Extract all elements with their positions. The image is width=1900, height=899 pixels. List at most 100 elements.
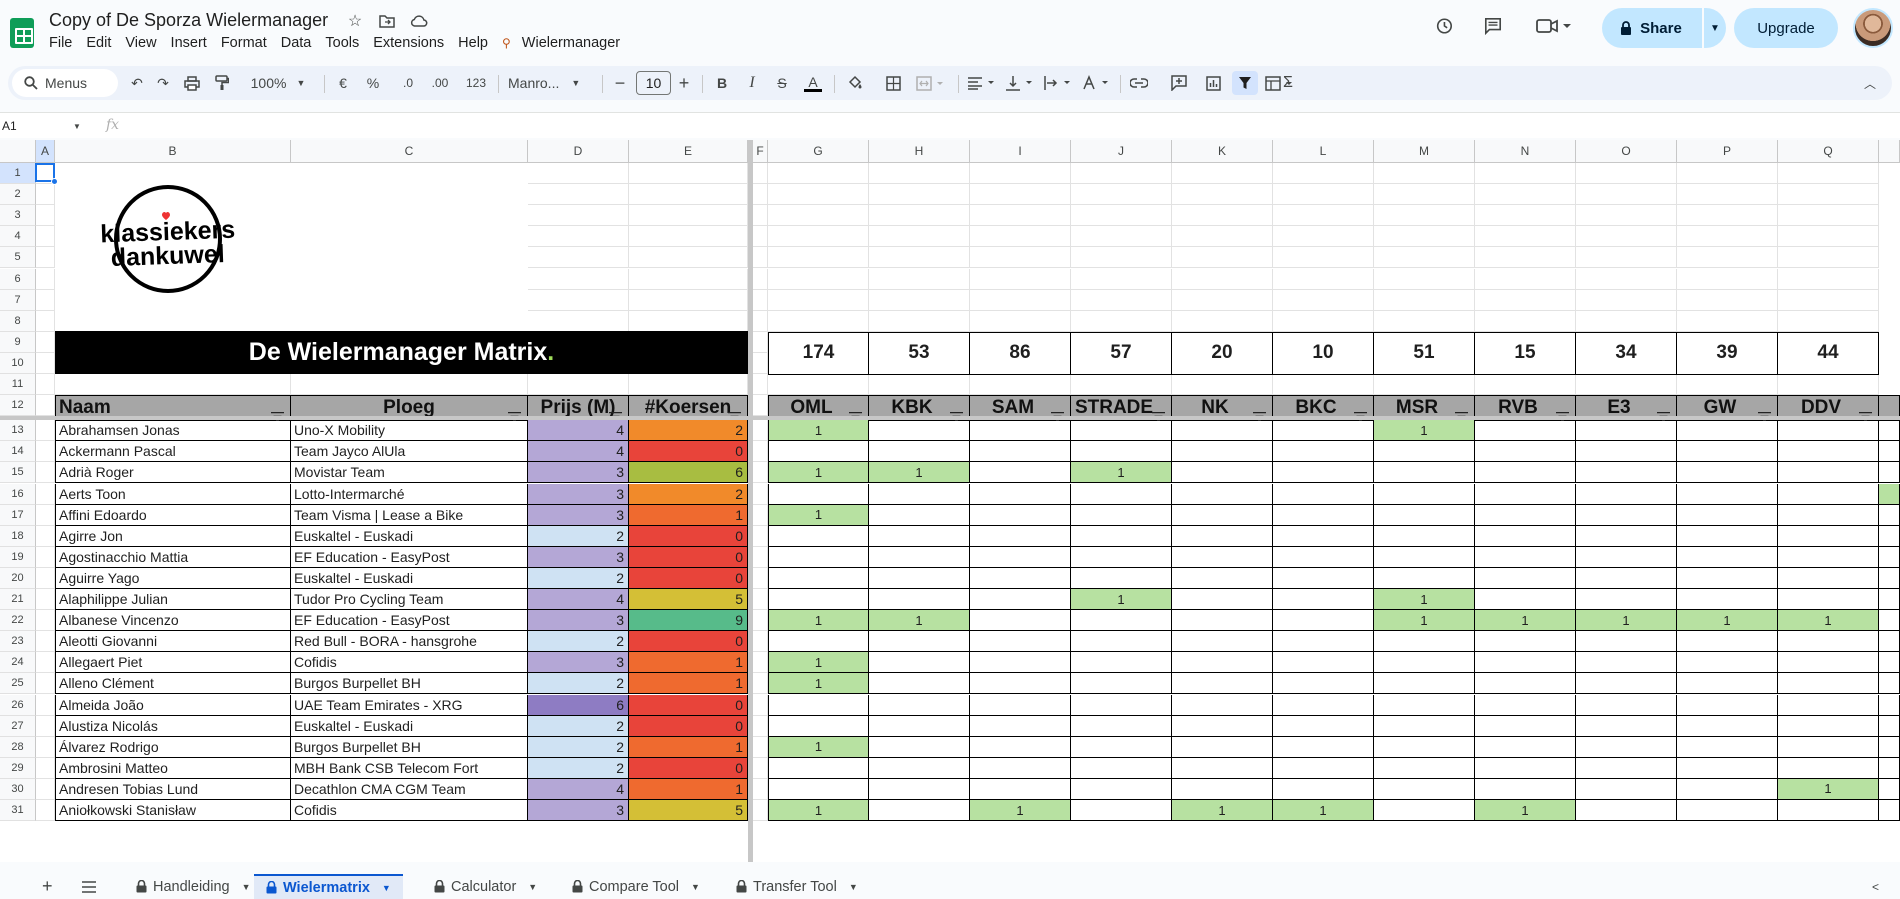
increase-decimal-button[interactable]: .00 xyxy=(426,71,454,95)
grid-cell[interactable] xyxy=(1273,205,1374,227)
race-flag-cell[interactable] xyxy=(970,631,1071,653)
grid-cell[interactable] xyxy=(1071,310,1172,332)
race-flag-cell[interactable] xyxy=(1778,567,1879,589)
grid-cell[interactable] xyxy=(753,163,768,184)
grid-cell[interactable] xyxy=(753,757,768,779)
column-header-r[interactable] xyxy=(1879,140,1900,163)
race-flag-cell[interactable] xyxy=(768,441,869,463)
row-header-12[interactable]: 12 xyxy=(0,395,36,417)
column-header-a[interactable]: A xyxy=(36,140,55,163)
rider-team[interactable]: Movistar Team xyxy=(291,462,528,484)
zoom-select[interactable]: 100% ▼ xyxy=(248,71,308,95)
grid-cell[interactable] xyxy=(1071,289,1172,311)
grid-cell[interactable] xyxy=(36,395,55,417)
row-header-22[interactable]: 22 xyxy=(0,610,36,632)
rider-team[interactable]: EF Education - EasyPost xyxy=(291,546,528,568)
race-flag-cell[interactable] xyxy=(1576,694,1677,716)
grid-cell[interactable] xyxy=(1374,226,1475,248)
row-header-7[interactable]: 7 xyxy=(0,289,36,311)
rider-name[interactable]: Adrià Roger xyxy=(55,462,291,484)
filter-button-icon[interactable] xyxy=(1152,405,1165,422)
grid-cell[interactable] xyxy=(1677,289,1778,311)
rider-team[interactable]: Euskaltel - Euskadi xyxy=(291,525,528,547)
text-wrapping-icon[interactable] xyxy=(1042,71,1074,95)
race-flag-cell[interactable] xyxy=(1475,736,1576,758)
grid-cell[interactable] xyxy=(291,374,528,395)
race-flag-cell[interactable] xyxy=(1374,504,1475,526)
race-flag-cell[interactable] xyxy=(869,525,970,547)
rider-race-count[interactable]: 9 xyxy=(629,610,748,632)
sheet-tab-calculator[interactable]: Calculator ▼ xyxy=(434,874,537,899)
column-header-m[interactable]: M xyxy=(1374,140,1475,163)
grid-cell[interactable] xyxy=(970,163,1071,184)
race-flag-cell[interactable] xyxy=(1576,778,1677,800)
grid-cell[interactable] xyxy=(1374,310,1475,332)
race-flag-cell[interactable] xyxy=(970,567,1071,589)
grid-cell[interactable] xyxy=(36,567,55,589)
horizontal-align-icon[interactable] xyxy=(966,71,998,95)
race-flag-cell[interactable] xyxy=(1778,652,1879,674)
grid-cell[interactable] xyxy=(768,163,869,184)
grid-cell[interactable] xyxy=(1475,268,1576,290)
grid-cell[interactable] xyxy=(629,268,748,290)
grid-cell[interactable] xyxy=(36,631,55,653)
race-flag-cell[interactable] xyxy=(768,546,869,568)
vertical-align-icon[interactable] xyxy=(1004,71,1036,95)
borders-icon[interactable] xyxy=(882,71,904,95)
rider-name[interactable]: Ackermann Pascal xyxy=(55,441,291,463)
add-sheet-icon[interactable]: + xyxy=(42,874,53,899)
grid-cell[interactable] xyxy=(1273,184,1374,206)
race-flag-cell[interactable] xyxy=(1273,504,1374,526)
filter-button-icon[interactable] xyxy=(609,405,622,422)
menu-file[interactable]: File xyxy=(49,35,79,51)
race-flag-cell[interactable] xyxy=(1778,631,1879,653)
race-flag-cell[interactable] xyxy=(970,420,1071,442)
race-flag-cell[interactable] xyxy=(1576,652,1677,674)
race-flag-cell-partial[interactable] xyxy=(1879,800,1900,821)
race-flag-cell[interactable]: 1 xyxy=(768,462,869,484)
grid-cell[interactable] xyxy=(753,420,768,442)
race-flag-cell[interactable] xyxy=(970,483,1071,505)
rider-team[interactable]: Burgos Burpellet BH xyxy=(291,673,528,695)
decrease-font-size-button[interactable]: − xyxy=(612,71,628,95)
race-flag-cell[interactable] xyxy=(869,652,970,674)
grid-cell[interactable] xyxy=(1273,310,1374,332)
functions-icon[interactable]: Σ xyxy=(1278,71,1298,95)
grid-cell[interactable] xyxy=(768,310,869,332)
merge-cells-icon[interactable] xyxy=(914,71,948,95)
race-flag-cell[interactable] xyxy=(1374,525,1475,547)
grid-cell[interactable] xyxy=(1071,226,1172,248)
race-flag-cell[interactable]: 1 xyxy=(970,800,1071,821)
race-flag-cell[interactable] xyxy=(1374,441,1475,463)
menu-extensions[interactable]: Extensions xyxy=(373,35,451,51)
race-flag-cell[interactable] xyxy=(1677,715,1778,737)
fill-color-icon[interactable] xyxy=(844,71,866,95)
race-flag-cell-partial[interactable] xyxy=(1879,589,1900,610)
grid-cell[interactable] xyxy=(970,310,1071,332)
race-flag-cell[interactable] xyxy=(1778,441,1879,463)
grid-cell[interactable] xyxy=(753,483,768,505)
grid-cell[interactable] xyxy=(753,567,768,589)
race-flag-cell[interactable] xyxy=(1677,525,1778,547)
race-flag-cell[interactable] xyxy=(1677,631,1778,653)
grid-cell[interactable] xyxy=(1778,374,1879,395)
race-flag-cell[interactable] xyxy=(1071,778,1172,800)
grid-cell[interactable] xyxy=(970,247,1071,269)
race-flag-cell[interactable] xyxy=(1677,441,1778,463)
sheet-tab-compare-tool[interactable]: Compare Tool ▼ xyxy=(572,874,700,899)
race-flag-cell[interactable] xyxy=(869,504,970,526)
grid-cell[interactable] xyxy=(869,247,970,269)
grid-cell[interactable] xyxy=(768,268,869,290)
race-flag-cell[interactable] xyxy=(1172,567,1273,589)
rider-team[interactable]: Decathlon CMA CGM Team xyxy=(291,778,528,800)
race-flag-cell[interactable] xyxy=(1273,694,1374,716)
race-flag-cell[interactable] xyxy=(1273,567,1374,589)
race-flag-cell[interactable] xyxy=(1273,715,1374,737)
grid-cell[interactable] xyxy=(1071,374,1172,395)
currency-format-button[interactable]: € xyxy=(334,71,352,95)
star-icon[interactable]: ☆ xyxy=(346,12,364,30)
race-flag-cell[interactable] xyxy=(970,715,1071,737)
grid-cell[interactable] xyxy=(528,184,629,206)
race-flag-cell[interactable] xyxy=(970,589,1071,610)
rider-price[interactable]: 2 xyxy=(528,736,629,758)
